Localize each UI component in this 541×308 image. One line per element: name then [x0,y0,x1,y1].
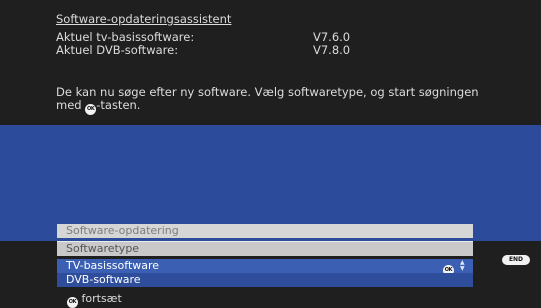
continue-hint-label: fortsæt [81,292,122,305]
dvb-software-version: V7.8.0 [313,43,351,57]
ok-button-icon: OK [85,104,97,115]
up-down-arrows-icon: ▲ ▼ [460,259,465,272]
software-type-field-label: Softwaretype [57,241,473,256]
tv-software-version: V7.6.0 [313,30,351,44]
instruction-text-end: -tasten. [96,98,141,112]
menu-heading: Software-opdatering [57,224,473,238]
option-dvb-software[interactable]: DVB-software [57,273,473,287]
page-title: Software-opdateringsassistent [56,12,232,26]
info-panel: Software-opdateringsassistent Aktuel tv-… [0,0,541,125]
option-tv-basissoftware-label: TV-basissoftware [66,259,160,272]
tv-software-label: Aktuel tv-basissoftware: [56,30,195,44]
ok-icon: OK [67,297,78,308]
instruction-message: De kan nu søge efter ny software. Vælg s… [56,86,506,115]
option-tv-basissoftware[interactable]: TV-basissoftware OK▲ ▼ [57,259,473,276]
dvb-software-label: Aktuel DVB-software: [56,43,179,57]
end-button-icon[interactable]: END [502,255,530,265]
continue-hint: OK fortsæt [67,292,122,308]
